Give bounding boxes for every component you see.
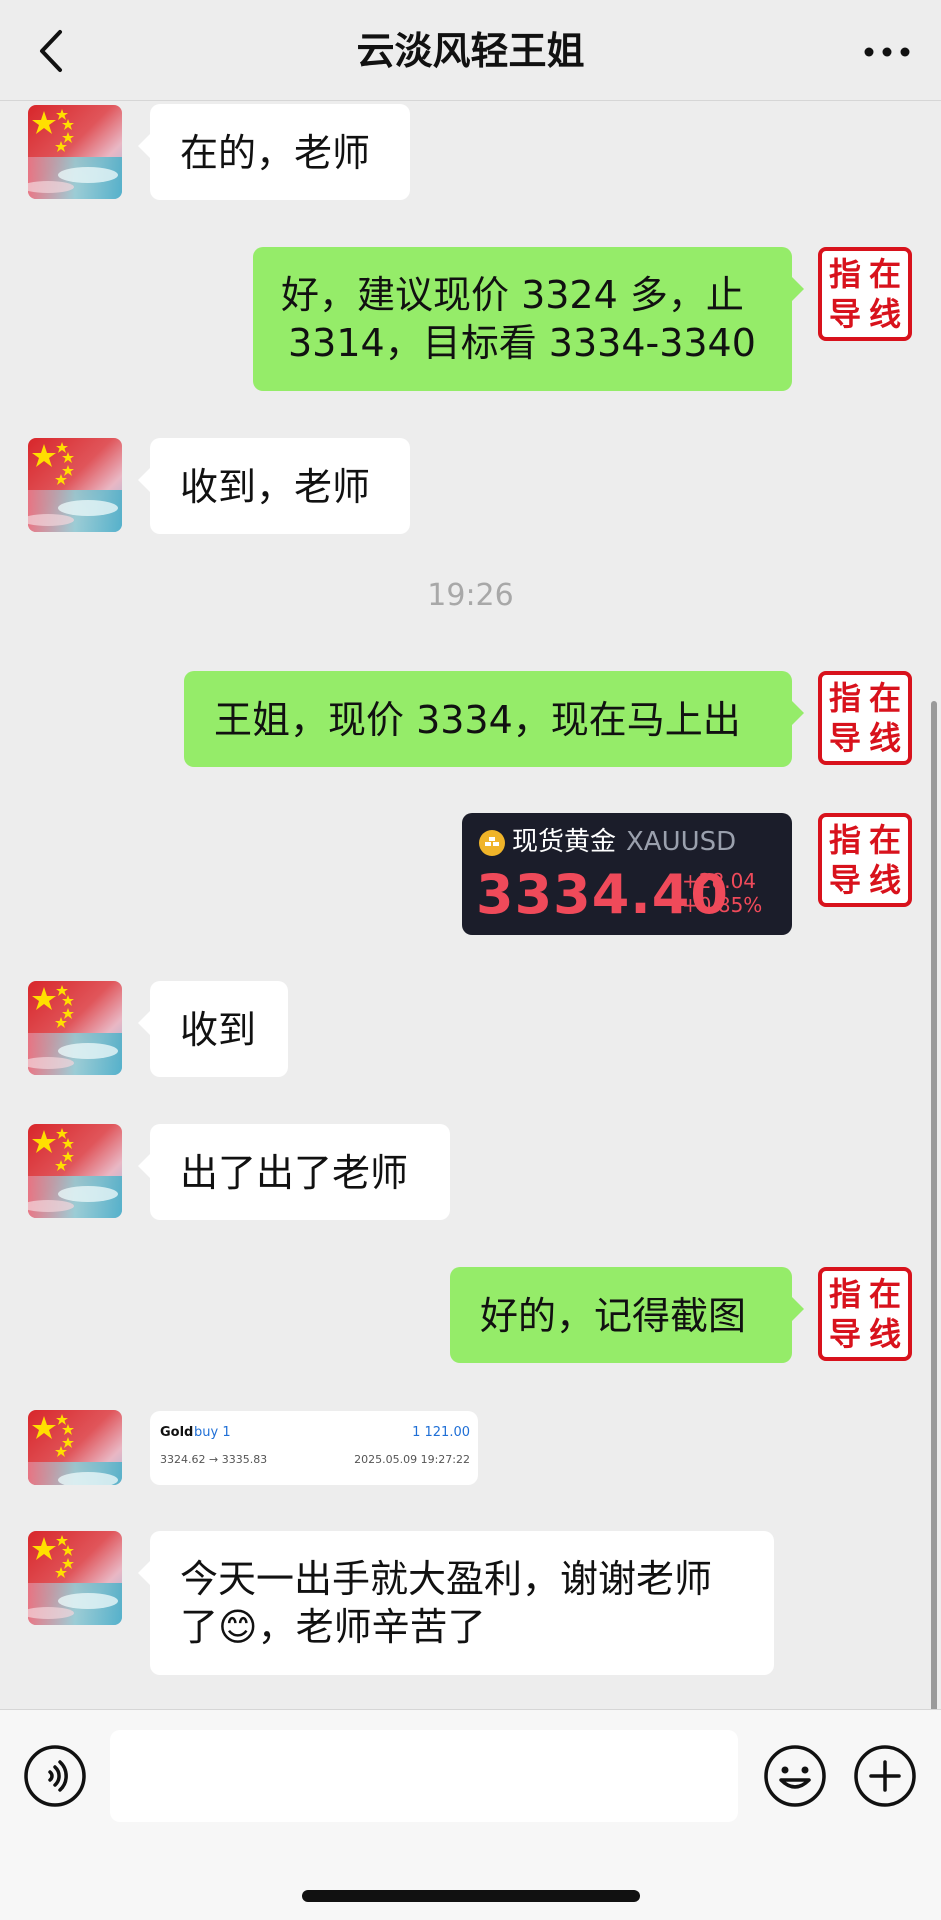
home-indicator[interactable] xyxy=(302,1890,640,1902)
bubble-tail xyxy=(792,701,804,725)
seal-char: 在 xyxy=(868,255,901,293)
seal-char: 导 xyxy=(828,861,861,899)
scrollbar[interactable] xyxy=(931,701,937,1709)
seal-char: 线 xyxy=(868,1315,901,1353)
bubble-tail xyxy=(138,1154,150,1178)
seal-char: 指 xyxy=(828,679,861,717)
bubble-tail xyxy=(138,134,150,158)
message-bubble-received[interactable]: 出了出了老师 xyxy=(138,1124,450,1220)
seal-char: 指 xyxy=(828,821,861,859)
contact-avatar[interactable] xyxy=(28,1531,122,1625)
chat-messages[interactable]: 在的，老师 好，建议现价 3324 多，止 3314，目标看 3334-3340… xyxy=(0,101,941,1709)
quote-name: 现货黄金 xyxy=(512,827,617,857)
seal-characters: 指 在 导 线 xyxy=(825,820,905,900)
message-text: ，老师辛苦了 xyxy=(257,1605,486,1649)
message-text: 收到 xyxy=(180,1008,257,1052)
nav-bar: 云淡风轻王姐 xyxy=(0,0,941,101)
chat-title: 云淡风轻王姐 xyxy=(356,29,585,73)
bubble-tail xyxy=(792,1297,804,1321)
seal-char: 线 xyxy=(868,719,901,757)
trade-time: 2025.05.09 19:27:22 xyxy=(354,1453,470,1466)
timestamp: 19:26 xyxy=(427,578,514,613)
seal-char: 在 xyxy=(868,821,901,859)
trade-screenshot-card[interactable]: Gold buy 1 1 121.00 3324.62 → 3335.83 20… xyxy=(150,1411,478,1485)
message-text: 了 xyxy=(180,1605,219,1649)
message-text-line: 了😊，老师辛苦了 xyxy=(180,1603,486,1651)
seal-char: 在 xyxy=(868,1275,901,1313)
seal-avatar[interactable]: 指 在 导 线 xyxy=(818,671,912,765)
voice-input-icon[interactable] xyxy=(23,1744,87,1808)
message-text: 好的，记得截图 xyxy=(480,1294,747,1338)
bubble-tail xyxy=(792,277,804,301)
message-bubble-received[interactable]: 收到 xyxy=(138,981,288,1077)
seal-char: 导 xyxy=(828,719,861,757)
contact-avatar[interactable] xyxy=(28,1124,122,1218)
input-bar xyxy=(0,1709,941,1920)
message-bubble-received[interactable]: 收到，老师 xyxy=(138,438,410,534)
message-text: 好，建议现价 3324 多，止 xyxy=(281,273,744,317)
message-text: 收到，老师 xyxy=(180,465,371,509)
message-bubble-received[interactable]: 今天一出手就大盈利，谢谢老师 了😊，老师辛苦了 xyxy=(138,1531,774,1675)
bubble-tail xyxy=(138,1561,150,1585)
trade-prices: 3324.62 → 3335.83 xyxy=(160,1453,268,1466)
seal-characters: 指 在 导 线 xyxy=(825,678,905,758)
seal-avatar[interactable]: 指 在 导 线 xyxy=(818,1267,912,1361)
seal-char: 指 xyxy=(828,1275,861,1313)
add-more-icon[interactable] xyxy=(853,1744,917,1808)
contact-avatar[interactable] xyxy=(28,438,122,532)
contact-avatar[interactable] xyxy=(28,981,122,1075)
bubble-tail xyxy=(138,468,150,492)
seal-char: 线 xyxy=(868,295,901,333)
seal-avatar[interactable]: 指 在 导 线 xyxy=(818,813,912,907)
message-text: 今天一出手就大盈利，谢谢老师 xyxy=(180,1557,713,1601)
message-input[interactable] xyxy=(110,1730,738,1822)
message-bubble-sent[interactable]: 好的，记得截图 xyxy=(450,1267,804,1363)
seal-characters: 指 在 导 线 xyxy=(825,254,905,334)
message-text: 在的，老师 xyxy=(180,131,371,175)
seal-char: 指 xyxy=(828,255,861,293)
trade-side: buy 1 xyxy=(194,1425,231,1440)
message-bubble-sent[interactable]: 王姐，现价 3334，现在马上出 xyxy=(184,671,804,767)
seal-characters: 指 在 导 线 xyxy=(825,1274,905,1354)
message-bubble-received[interactable]: 在的，老师 xyxy=(138,104,410,200)
emoji-icon[interactable] xyxy=(763,1744,827,1808)
gold-quote-card[interactable]: 现货黄金 XAUUSD 3334.40 +28.04 +0.85% xyxy=(462,813,792,935)
gold-coin-icon xyxy=(479,830,505,856)
seal-char: 导 xyxy=(828,1315,861,1353)
message-text: 出了出了老师 xyxy=(180,1151,409,1195)
message-text: 3314，目标看 3334-3340 xyxy=(288,321,756,365)
more-options-icon[interactable] xyxy=(859,30,915,74)
seal-char: 线 xyxy=(868,861,901,899)
smile-emoji: 😊 xyxy=(218,1605,258,1649)
seal-avatar[interactable]: 指 在 导 线 xyxy=(818,247,912,341)
quote-symbol: XAUUSD xyxy=(626,827,737,857)
contact-avatar[interactable] xyxy=(28,1410,122,1485)
message-bubble-sent[interactable]: 好，建议现价 3324 多，止 3314，目标看 3334-3340 xyxy=(253,247,804,391)
bubble-tail xyxy=(138,1011,150,1035)
message-text: 王姐，现价 3334，现在马上出 xyxy=(214,698,741,742)
quote-change: +28.04 xyxy=(682,869,757,893)
seal-char: 导 xyxy=(828,295,861,333)
contact-avatar[interactable] xyxy=(28,105,122,199)
trade-profit: 1 121.00 xyxy=(412,1425,470,1440)
seal-char: 在 xyxy=(868,679,901,717)
quote-change-percent: +0.85% xyxy=(682,893,763,917)
trade-symbol: Gold xyxy=(160,1425,194,1440)
